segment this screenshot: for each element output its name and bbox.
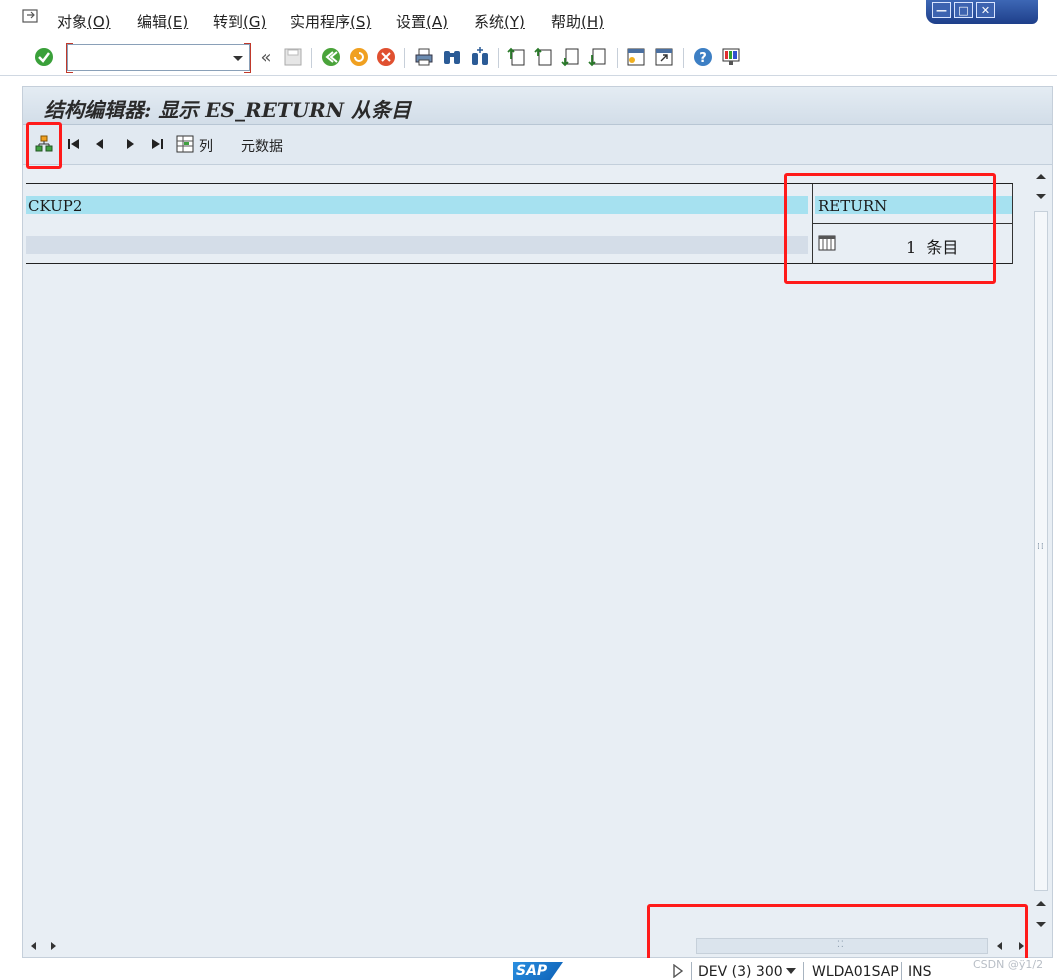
generate-shortcut-button[interactable] [653,46,675,68]
minimize-button[interactable]: — [932,2,951,18]
binoculars-plus-icon [472,47,488,65]
chevron-down-icon[interactable] [233,56,243,61]
highlight-box [784,173,996,284]
standard-toolbar: « ? [0,40,1057,76]
status-bar: SAP DEV (3) 300 WLDA01SAP INS CSDN @ÿ1/2 [0,958,1057,980]
table-row[interactable]: CKUP2 [26,196,808,215]
play-icon[interactable] [672,964,684,978]
vertical-scrollbar[interactable]: ⁞⁞ [1031,166,1052,936]
previous-entry-button[interactable] [91,135,109,153]
binoculars-icon [444,51,460,64]
insert-mode[interactable]: INS [908,964,932,980]
next-page-icon [561,48,579,67]
printer-icon [415,48,433,66]
save-icon [284,48,302,66]
cancel-icon [377,48,395,66]
exit-icon [350,48,368,66]
status-separator [901,962,902,980]
print-button[interactable] [413,46,435,68]
field-value-ckup2: CKUP2 [28,197,83,215]
highlight-box [26,122,62,169]
scroll-down-icon[interactable] [1036,194,1046,199]
column-divider [1012,184,1013,224]
metadata-button[interactable]: 元数据 [241,136,283,156]
menu-utilities[interactable]: 实用程序(S) [290,11,371,32]
system-info: DEV (3) 300 [698,964,783,980]
status-separator [803,962,804,980]
menu-help[interactable]: 帮助(H) [551,11,604,32]
first-entry-icon [68,139,79,149]
menu-bar: 对象(O) 编辑(E) 转到(G) 实用程序(S) 设置(A) 系统(Y) 帮助… [0,0,1057,40]
find-button[interactable] [441,46,463,68]
history-button[interactable]: « [255,46,277,68]
menu-system[interactable]: 系统(Y) [474,11,525,32]
previous-entry-icon [96,139,103,149]
window-controls: — □ ✕ [926,0,1038,24]
toolbar-separator [683,48,684,68]
menu-edit[interactable]: 编辑(E) [137,11,188,32]
previous-page-button[interactable] [533,46,555,68]
back-icon [322,48,340,66]
checkmark-icon [35,48,53,66]
last-entry-icon [152,139,163,149]
application-toolbar: 列 元数据 [23,125,1052,165]
first-entry-button[interactable] [65,135,83,153]
create-session-button[interactable] [625,46,647,68]
table-row[interactable] [26,236,808,254]
scroll-up-icon[interactable] [1036,901,1046,906]
next-page-button[interactable] [560,46,582,68]
menu-expand-icon[interactable] [22,9,40,25]
first-page-icon [507,47,525,66]
next-entry-button[interactable] [121,135,139,153]
columns-label[interactable]: 列 [199,136,213,156]
back-button[interactable] [320,46,342,68]
menu-goto[interactable]: 转到(G) [213,11,266,32]
toolbar-separator [617,48,618,68]
chevron-down-icon[interactable] [786,968,796,974]
last-entry-button[interactable] [148,135,166,153]
enter-button[interactable] [33,46,55,68]
next-entry-icon [127,139,134,149]
command-field[interactable] [66,43,251,73]
toolbar-separator [498,48,499,68]
new-window-icon [627,48,645,66]
menu-settings[interactable]: 设置(A) [396,11,448,32]
shortcut-icon [655,48,673,66]
previous-page-icon [534,47,552,66]
sap-logo: SAP [513,962,563,980]
last-page-button[interactable] [587,46,609,68]
maximize-button[interactable]: □ [954,2,973,18]
toolbar-separator [311,48,312,68]
scroll-down-icon[interactable] [1036,922,1046,927]
toolbar-separator [404,48,405,68]
server-name: WLDA01SAP [812,964,899,980]
scroll-left-icon[interactable] [31,942,36,950]
vertical-scroll-thumb[interactable]: ⁞⁞ [1034,211,1048,891]
monitor-icon [722,48,740,65]
help-icon: ? [694,48,712,66]
close-window-button[interactable]: ✕ [976,2,995,18]
status-separator [691,962,692,980]
scroll-up-icon[interactable] [1036,174,1046,179]
last-page-icon [588,48,606,67]
help-button[interactable]: ? [692,46,714,68]
svg-text:?: ? [699,51,707,66]
grip-icon: ⁞⁞ [1037,542,1045,552]
exit-button[interactable] [348,46,370,68]
scroll-right-icon[interactable] [51,942,56,950]
columns-icon [176,135,194,153]
title-bar: 结构编辑器: 显示 ES_RETURN 从条目 [23,87,1052,125]
save-button[interactable] [282,46,304,68]
find-next-button[interactable] [469,46,491,68]
page-title: 结构编辑器: 显示 ES_RETURN 从条目 [44,98,412,122]
columns-button-icon-wrap[interactable] [176,135,194,153]
menu-object[interactable]: 对象(O) [57,11,111,32]
column-divider [1012,224,1013,264]
highlight-box [647,904,1028,963]
first-page-button[interactable] [506,46,528,68]
watermark: CSDN @ÿ1/2 [973,958,1044,971]
customize-layout-button[interactable] [720,46,742,68]
cancel-button[interactable] [375,46,397,68]
